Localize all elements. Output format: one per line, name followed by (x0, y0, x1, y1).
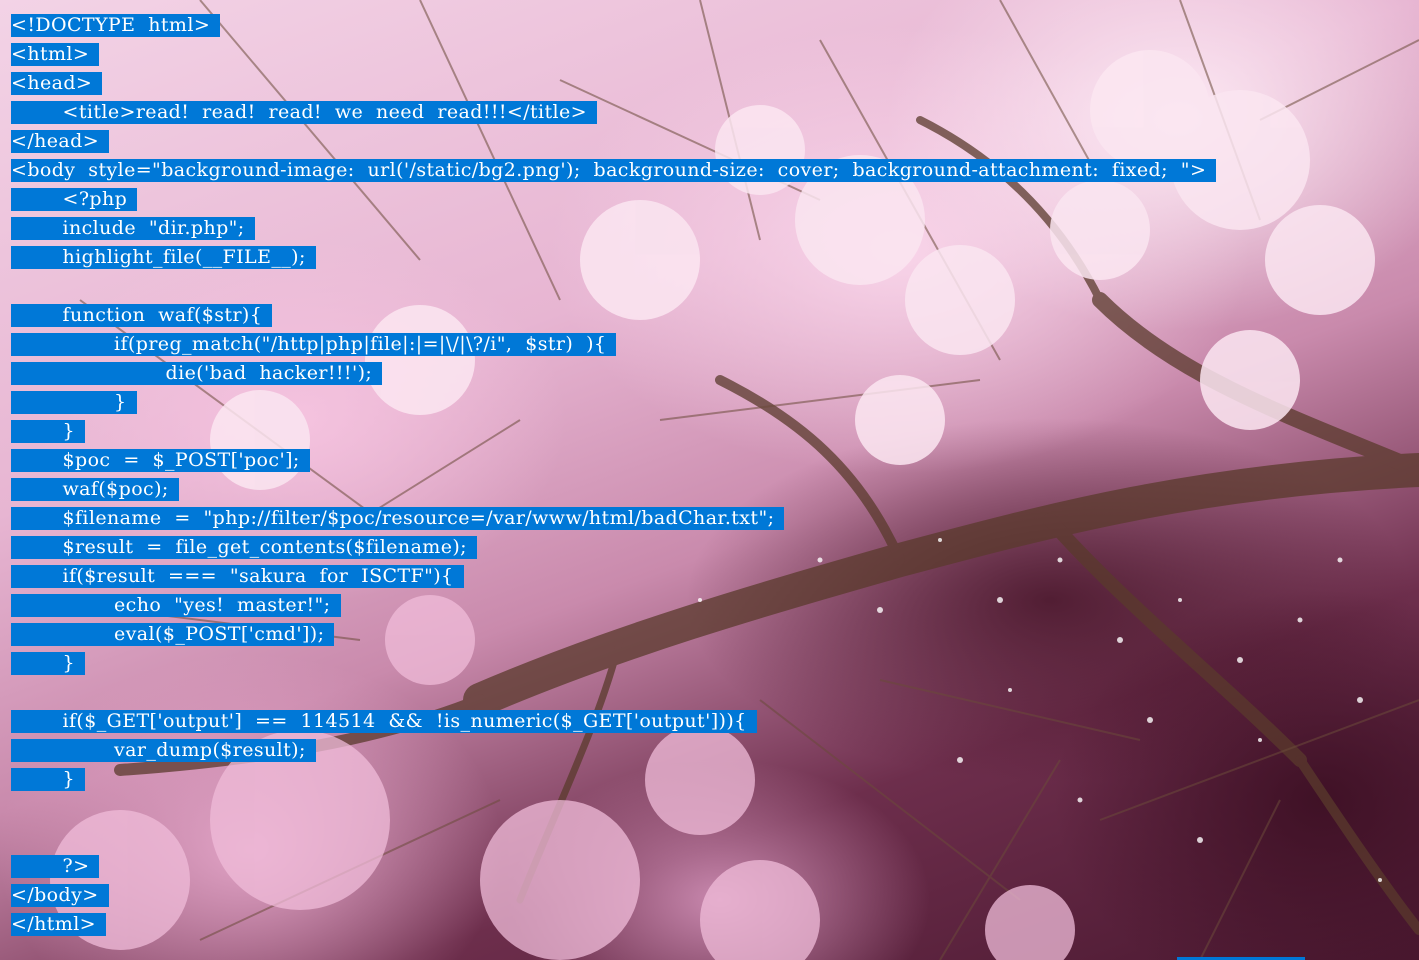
code-line-text: } (11, 420, 86, 443)
code-line: </html> (11, 913, 1216, 942)
code-line: } (11, 391, 1216, 420)
code-line: function waf($str){ (11, 304, 1216, 333)
code-line: <title>read! read! read! we need read!!!… (11, 101, 1216, 130)
code-line: <html> (11, 43, 1216, 72)
code-line: ?> (11, 855, 1216, 884)
code-line-text: </head> (11, 130, 110, 153)
code-line-text: if($_GET['output'] == 114514 && !is_nume… (11, 710, 757, 733)
code-line-text: highlight_file(__FILE__); (11, 246, 316, 269)
code-line-text: <body style="background-image: url('/sta… (11, 159, 1217, 182)
code-line: if($_GET['output'] == 114514 && !is_nume… (11, 710, 1216, 739)
highlighted-source-code: <!DOCTYPE html> <html> <head> <title>rea… (11, 14, 1217, 942)
code-line-text: include "dir.php"; (11, 217, 255, 240)
code-line: } (11, 652, 1216, 681)
code-line-text: if(preg_match("/http|php|file|:|=|\/|\?/… (11, 333, 617, 356)
code-line: $filename = "php://filter/$poc/resource=… (11, 507, 1216, 536)
code-line-text: ?> (11, 855, 100, 878)
code-line-text: <head> (11, 72, 103, 95)
code-line-text: <html> (11, 43, 100, 66)
code-line: die('bad hacker!!!'); (11, 362, 1216, 391)
code-line: </head> (11, 130, 1216, 159)
code-line-text: } (11, 391, 137, 414)
code-line: <body style="background-image: url('/sta… (11, 159, 1217, 188)
code-line: var_dump($result); (11, 739, 1216, 768)
code-line-text: function waf($str){ (11, 304, 273, 327)
code-line: $poc = $_POST['poc']; (11, 449, 1216, 478)
code-line: if($result === "sakura for ISCTF"){ (11, 565, 1216, 594)
code-line: highlight_file(__FILE__); (11, 246, 1216, 275)
code-line-text: var_dump($result); (11, 739, 316, 762)
code-line: <head> (11, 72, 1216, 101)
code-line-text: </html> (11, 913, 107, 936)
code-line-text: </body> (11, 884, 109, 907)
code-line-text: <title>read! read! read! we need read!!!… (11, 101, 598, 124)
code-line-text: $filename = "php://filter/$poc/resource=… (11, 507, 785, 530)
code-line-text: eval($_POST['cmd']); (11, 623, 335, 646)
code-line: eval($_POST['cmd']); (11, 623, 1216, 652)
code-line-text: } (11, 652, 86, 675)
code-line-text: $result = file_get_contents($filename); (11, 536, 477, 559)
code-line: <!DOCTYPE html> (11, 14, 1216, 43)
code-line-text: echo "yes! master!"; (11, 594, 341, 617)
code-line-text: die('bad hacker!!!'); (11, 362, 383, 385)
code-line: if(preg_match("/http|php|file|:|=|\/|\?/… (11, 333, 1216, 362)
code-line: echo "yes! master!"; (11, 594, 1216, 623)
code-line: } (11, 420, 1216, 449)
code-line-text: } (11, 768, 86, 791)
code-line-text: if($result === "sakura for ISCTF"){ (11, 565, 464, 588)
code-line-text: <?php (11, 188, 138, 211)
code-line: include "dir.php"; (11, 217, 1216, 246)
code-line-text: <!DOCTYPE html> (11, 14, 221, 37)
code-line-text: $poc = $_POST['poc']; (11, 449, 310, 472)
code-line: } (11, 768, 1216, 797)
code-line: <?php (11, 188, 1216, 217)
code-line-text: waf($poc); (11, 478, 179, 501)
code-line: $result = file_get_contents($filename); (11, 536, 1216, 565)
code-line: waf($poc); (11, 478, 1216, 507)
code-line: </body> (11, 884, 1216, 913)
